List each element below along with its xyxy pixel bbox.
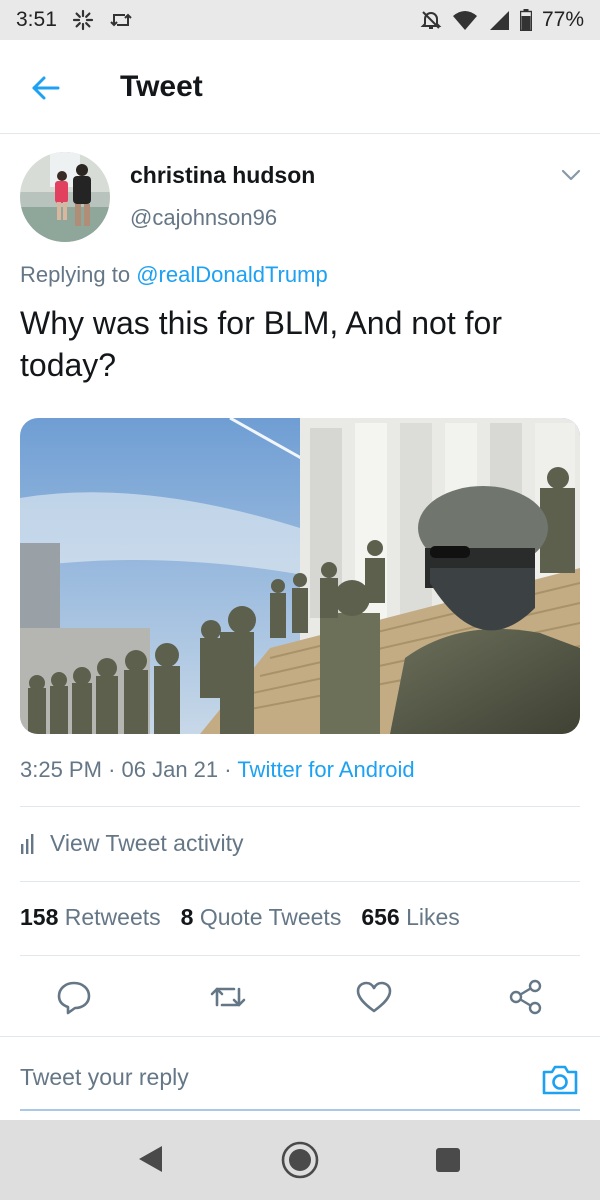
system-nav-bar: [0, 1120, 600, 1200]
likes-label: Likes: [406, 904, 460, 930]
fan-icon: [71, 8, 95, 32]
retweet-button[interactable]: [208, 977, 248, 1017]
square-recents-icon: [436, 1148, 460, 1172]
tweet-meta: 3:25 PM · 06 Jan 21 · Twitter for Androi…: [20, 757, 415, 783]
battery-percent: 77%: [541, 8, 584, 31]
share-button[interactable]: [506, 977, 546, 1017]
quotes-label: Quote Tweets: [199, 904, 342, 930]
tweet-actions: [0, 975, 600, 1019]
home-circle-icon: [281, 1141, 319, 1179]
retweets-count: 158: [20, 904, 59, 930]
bar-chart-icon: [21, 833, 34, 854]
reply-button[interactable]: [54, 977, 94, 1017]
view-activity-label: View Tweet activity: [50, 830, 244, 856]
share-icon: [509, 979, 542, 1015]
arrow-left-icon: [32, 76, 60, 100]
meta-separator-2: ·: [224, 757, 232, 782]
author-handle[interactable]: @cajohnson96: [130, 205, 277, 231]
signal-icon: [488, 9, 510, 31]
replying-to: Replying to @realDonaldTrump: [20, 262, 328, 288]
tweet-source-link[interactable]: Twitter for Android: [237, 757, 414, 782]
app-header: Tweet: [0, 40, 600, 134]
retweet-notification-icon: [109, 9, 133, 31]
retweet-icon: [210, 987, 246, 1007]
like-button[interactable]: [354, 977, 394, 1017]
replying-prefix: Replying to: [20, 262, 131, 287]
chevron-down-icon: [561, 169, 581, 181]
divider: [20, 955, 580, 956]
heart-icon: [356, 981, 392, 1013]
likes-count: 656: [361, 904, 400, 930]
quote-tweets-stat[interactable]: 8 Quote Tweets: [181, 904, 342, 931]
tweet-image[interactable]: [20, 418, 580, 734]
tweet-stats: 158 Retweets 8 Quote Tweets 656 Likes: [20, 904, 460, 931]
status-time: 3:51: [16, 8, 57, 31]
retweets-stat[interactable]: 158 Retweets: [20, 904, 161, 931]
more-options-button[interactable]: [558, 162, 584, 188]
reply-input[interactable]: [20, 1055, 520, 1099]
view-activity-button[interactable]: View Tweet activity: [20, 830, 243, 857]
avatar[interactable]: [20, 152, 110, 242]
reply-icon: [57, 981, 91, 1015]
author-name[interactable]: christina hudson: [130, 162, 315, 189]
nav-back-button[interactable]: [136, 1144, 164, 1179]
triangle-back-icon: [139, 1146, 162, 1172]
quotes-count: 8: [180, 904, 194, 930]
likes-stat[interactable]: 656 Likes: [361, 904, 459, 931]
page-title: Tweet: [120, 70, 203, 103]
tweet-text: Why was this for BLM, And not for today?: [20, 305, 502, 383]
retweets-label: Retweets: [64, 904, 161, 930]
back-button[interactable]: [28, 70, 64, 106]
nav-home-button[interactable]: [280, 1140, 320, 1185]
status-bar: 3:51 77%: [0, 0, 600, 40]
camera-icon: [542, 1065, 578, 1095]
meta-separator: ·: [108, 757, 116, 782]
tweet-time: 3:25 PM: [20, 757, 102, 782]
reply-bar: [0, 1036, 600, 1118]
tweet-date: 06 Jan 21: [121, 757, 219, 782]
replying-to-link[interactable]: @realDonaldTrump: [136, 262, 327, 287]
divider: [20, 806, 580, 807]
camera-button[interactable]: [540, 1059, 580, 1099]
nav-recents-button[interactable]: [434, 1146, 462, 1179]
mute-icon: [420, 9, 442, 31]
divider: [20, 881, 580, 882]
wifi-icon: [452, 9, 478, 31]
reply-underline: [20, 1109, 580, 1111]
battery-icon: [519, 9, 532, 31]
